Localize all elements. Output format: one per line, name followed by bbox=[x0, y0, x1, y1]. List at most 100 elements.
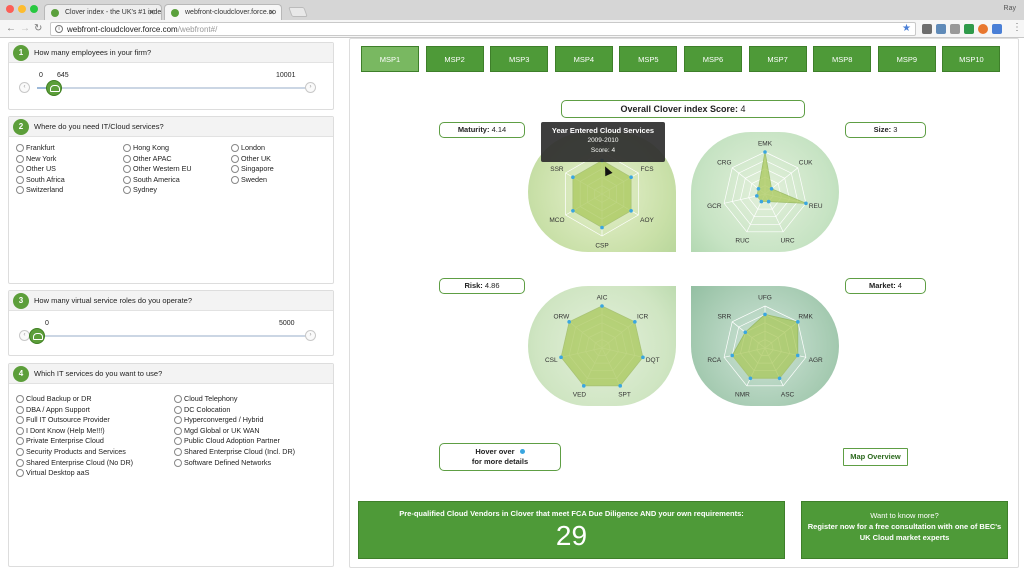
msp-tab-10[interactable]: MSP10 bbox=[942, 46, 1001, 72]
close-tab-icon[interactable]: ✕ bbox=[148, 8, 155, 17]
radar-point[interactable] bbox=[755, 194, 759, 198]
slider-increment-button[interactable]: › bbox=[305, 82, 316, 93]
bookmark-star-icon[interactable]: ★ bbox=[902, 23, 911, 34]
consultation-banner[interactable]: Want to know more? Register now for a fr… bbox=[801, 501, 1008, 559]
msp-tab-7[interactable]: MSP7 bbox=[748, 46, 807, 72]
location-radio-option[interactable]: Hong Kong bbox=[123, 143, 169, 153]
profile-name[interactable]: Ray bbox=[1004, 5, 1016, 12]
extension-icon[interactable] bbox=[922, 24, 932, 34]
location-radio-option[interactable]: Frankfurt bbox=[16, 143, 55, 153]
close-window-icon[interactable] bbox=[6, 5, 14, 13]
service-radio-option[interactable]: Hyperconverged / Hybrid bbox=[174, 415, 264, 425]
location-radio-option[interactable]: Other APAC bbox=[123, 154, 172, 164]
zoom-window-icon[interactable] bbox=[30, 5, 38, 13]
radar-point[interactable] bbox=[769, 186, 774, 191]
extension-icon[interactable] bbox=[978, 24, 988, 34]
slider-track[interactable] bbox=[37, 335, 307, 337]
radar-point[interactable] bbox=[629, 209, 633, 213]
extension-icon[interactable] bbox=[992, 24, 1002, 34]
service-radio-option[interactable]: Public Cloud Adoption Partner bbox=[174, 436, 280, 446]
radar-point[interactable] bbox=[618, 384, 623, 388]
service-radio-option[interactable]: Cloud Telephony bbox=[174, 394, 237, 404]
extension-icon[interactable] bbox=[950, 24, 960, 34]
forward-arrow-icon[interactable]: → bbox=[20, 23, 30, 34]
service-radio-option[interactable]: Mgd Global or UK WAN bbox=[174, 426, 260, 436]
location-radio-option[interactable]: London bbox=[231, 143, 265, 153]
radar-point[interactable] bbox=[559, 355, 563, 360]
slider-handle[interactable] bbox=[29, 328, 45, 344]
url-input[interactable]: i webfront-cloudclover.force.com/webfron… bbox=[50, 22, 916, 36]
slider-handle[interactable] bbox=[46, 80, 63, 96]
location-radio-option[interactable]: South America bbox=[123, 175, 180, 185]
radar-point[interactable] bbox=[763, 312, 767, 317]
slider-track[interactable] bbox=[37, 87, 307, 89]
menu-icon[interactable]: ⋮ bbox=[1012, 22, 1022, 33]
employees-slider[interactable]: 0 645 10001 ‹ › bbox=[9, 67, 335, 107]
radar-point[interactable] bbox=[759, 199, 764, 204]
location-radio-option[interactable]: Sydney bbox=[123, 185, 157, 195]
radar-point[interactable] bbox=[600, 225, 604, 230]
msp-tab-8[interactable]: MSP8 bbox=[813, 46, 872, 72]
radar-point[interactable] bbox=[571, 209, 575, 213]
radar-point[interactable] bbox=[763, 150, 767, 154]
msp-tab-2[interactable]: MSP2 bbox=[425, 46, 484, 72]
msp-tab-6[interactable]: MSP6 bbox=[684, 46, 742, 72]
market-radar[interactable]: UFG RMK AGR ASC NMR RCA SRR bbox=[691, 286, 839, 406]
minimize-window-icon[interactable] bbox=[18, 5, 26, 13]
location-radio-option[interactable]: Sweden bbox=[231, 175, 267, 185]
msp-tab-4[interactable]: MSP4 bbox=[554, 46, 613, 72]
reload-icon[interactable]: ↻ bbox=[34, 23, 42, 34]
slider-increment-button[interactable]: › bbox=[305, 330, 316, 341]
radar-point[interactable] bbox=[777, 376, 782, 381]
location-radio-option[interactable]: Other US bbox=[16, 164, 56, 174]
map-overview-button[interactable]: Map Overview bbox=[843, 448, 908, 466]
service-radio-option[interactable]: Shared Enterprise Cloud (No DR) bbox=[16, 458, 133, 468]
browser-tab-clover-index[interactable]: Clover index - the UK's #1 inde ✕ bbox=[44, 4, 162, 20]
service-radio-option[interactable]: Software Defined Networks bbox=[174, 458, 271, 468]
radar-point[interactable] bbox=[804, 201, 808, 206]
extension-icon[interactable] bbox=[964, 24, 974, 34]
service-radio-option[interactable]: I Dont Know (Help Me!!!) bbox=[16, 426, 105, 436]
extension-icon[interactable] bbox=[936, 24, 946, 34]
location-radio-option[interactable]: Switzerland bbox=[16, 185, 63, 195]
size-radar[interactable]: EMK CUK REU URC RUC GCR CRG bbox=[691, 132, 839, 252]
service-radio-option[interactable]: Security Products and Services bbox=[16, 447, 126, 457]
radar-point[interactable] bbox=[571, 175, 575, 179]
radar-point[interactable] bbox=[641, 355, 645, 360]
info-icon[interactable]: i bbox=[55, 25, 63, 33]
radar-point[interactable] bbox=[743, 330, 748, 335]
radar-point[interactable] bbox=[756, 186, 761, 191]
service-radio-option[interactable]: Private Enterprise Cloud bbox=[16, 436, 104, 446]
location-radio-option[interactable]: South Africa bbox=[16, 175, 65, 185]
radar-point[interactable] bbox=[629, 175, 633, 179]
new-tab-button[interactable] bbox=[288, 7, 308, 17]
radar-point[interactable] bbox=[581, 384, 586, 388]
location-radio-option[interactable]: Singapore bbox=[231, 164, 274, 174]
radar-point[interactable] bbox=[730, 353, 735, 358]
back-arrow-icon[interactable]: ← bbox=[6, 23, 16, 34]
location-radio-option[interactable]: Other Western EU bbox=[123, 164, 192, 174]
radar-point[interactable] bbox=[795, 353, 800, 358]
msp-tab-9[interactable]: MSP9 bbox=[877, 46, 936, 72]
radar-point[interactable] bbox=[600, 304, 604, 308]
service-radio-option[interactable]: Shared Enterprise Cloud (Incl. DR) bbox=[174, 447, 295, 457]
service-radio-option[interactable]: Cloud Backup or DR bbox=[16, 394, 92, 404]
close-tab-icon[interactable]: ✕ bbox=[268, 8, 275, 17]
browser-tab-webfront[interactable]: webfront-cloudclover.force.co ✕ bbox=[164, 4, 282, 20]
service-radio-option[interactable]: Virtual Desktop aaS bbox=[16, 468, 89, 478]
slider-decrement-button[interactable]: ‹ bbox=[19, 82, 30, 93]
service-radio-option[interactable]: DC Colocation bbox=[174, 405, 230, 415]
radar-point[interactable] bbox=[766, 199, 771, 204]
location-radio-option[interactable]: Other UK bbox=[231, 154, 271, 164]
service-radio-option[interactable]: Full IT Outsource Provider bbox=[16, 415, 110, 425]
risk-radar[interactable]: AIC ICR DQT SPT VED CSL ORW bbox=[528, 286, 676, 406]
msp-tab-5[interactable]: MSP5 bbox=[619, 46, 678, 72]
virtual-roles-slider[interactable]: 0 5000 ‹ › bbox=[9, 315, 335, 355]
radar-point[interactable] bbox=[748, 376, 753, 381]
tooltip-range: 2009-2010 bbox=[587, 137, 619, 144]
msp-tab-3[interactable]: MSP3 bbox=[490, 46, 549, 72]
service-radio-option[interactable]: DBA / Appn Support bbox=[16, 405, 90, 415]
msp-tab-1[interactable]: MSP1 bbox=[361, 46, 419, 72]
location-radio-option[interactable]: New York bbox=[16, 154, 56, 164]
overall-score-box: Overall Clover index Score: 4 bbox=[561, 100, 805, 118]
